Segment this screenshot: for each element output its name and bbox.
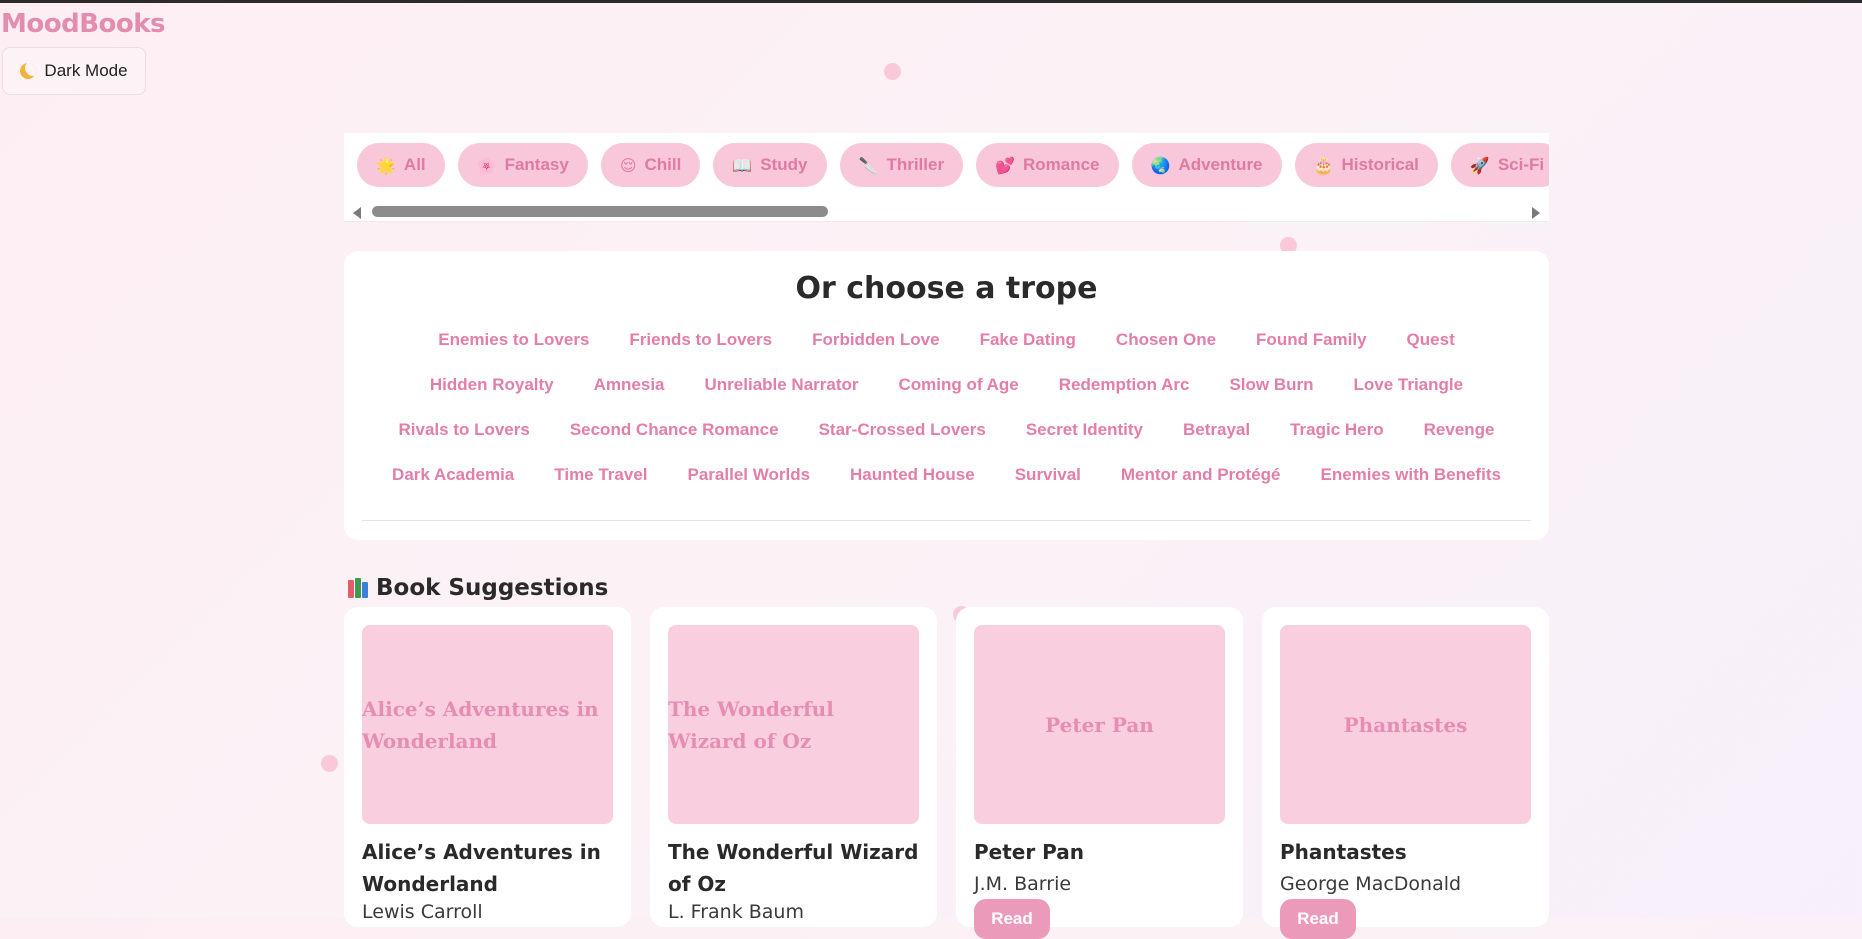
trope-link[interactable]: Star-Crossed Lovers [819, 420, 986, 440]
mood-chip-label: Sci-Fi [1497, 155, 1545, 174]
mood-chip-fantasy[interactable]: 🌸 Fantasy [457, 143, 588, 187]
dark-mode-button[interactable]: Dark Mode [2, 47, 146, 95]
suggestions-heading: Book Suggestions [348, 575, 608, 601]
trope-link[interactable]: Found Family [1256, 330, 1367, 350]
trope-row: Dark Academia Time Travel Parallel World… [344, 452, 1549, 497]
divider [362, 520, 1531, 521]
trope-link[interactable]: Parallel Worlds [688, 465, 811, 485]
scrollbar-thumb[interactable] [372, 206, 828, 217]
trope-row: Rivals to Lovers Second Chance Romance S… [344, 407, 1549, 452]
trope-link[interactable]: Love Triangle [1354, 375, 1464, 395]
trope-link[interactable]: Chosen One [1116, 330, 1216, 350]
hearts-icon: 💕 [995, 155, 1015, 175]
trope-link[interactable]: Fake Dating [980, 330, 1076, 350]
mood-chip-label: Study [760, 155, 808, 174]
mood-chip-label: Fantasy [504, 155, 569, 174]
book-cover[interactable]: Peter Pan [974, 625, 1225, 824]
mood-chip-label: Historical [1341, 155, 1419, 174]
trope-link[interactable]: Forbidden Love [812, 330, 940, 350]
trope-link[interactable]: Second Chance Romance [570, 420, 779, 440]
trope-link[interactable]: Slow Burn [1229, 375, 1313, 395]
mood-chip-sci-fi[interactable]: 🚀 Sci-Fi [1450, 143, 1549, 187]
mood-chip-adventure[interactable]: 🌏 Adventure [1131, 143, 1282, 187]
mood-chip-chill[interactable]: 😌 Chill [600, 143, 701, 187]
trope-link[interactable]: Haunted House [850, 465, 975, 485]
trope-link[interactable]: Mentor and Protégé [1121, 465, 1281, 485]
scroll-right-arrow-icon[interactable] [1532, 207, 1540, 219]
book-author: Lewis Carroll [362, 901, 483, 923]
dark-mode-label: Dark Mode [44, 61, 128, 80]
mood-chip-label: All [403, 155, 426, 174]
trope-link[interactable]: Amnesia [594, 375, 665, 395]
book-author: George MacDonald [1280, 873, 1462, 895]
moon-icon [20, 63, 37, 79]
suggestions-heading-text: Book Suggestions [376, 575, 609, 601]
scroll-left-arrow-icon[interactable] [353, 207, 361, 219]
book-title[interactable]: Alice’s Adventures in Wonderland [362, 836, 617, 900]
mood-chip-all[interactable]: 🌟 All [357, 143, 445, 187]
book-cover[interactable]: The Wonderful Wizard of Oz [668, 625, 919, 824]
book-card[interactable]: Phantastes Phantastes George MacDonald R… [1262, 607, 1549, 939]
trope-link[interactable]: Redemption Arc [1059, 375, 1190, 395]
cake-icon: 🎂 [1313, 155, 1334, 175]
trope-link[interactable]: Rivals to Lovers [398, 420, 529, 440]
mood-chip-thriller[interactable]: 🔪 Thriller [839, 143, 964, 187]
trope-link[interactable]: Time Travel [554, 465, 647, 485]
decorative-dot [884, 63, 901, 80]
book-author: L. Frank Baum [668, 901, 804, 923]
mood-chip-historical[interactable]: 🎂 Historical [1294, 143, 1438, 187]
mood-chip-romance[interactable]: 💕 Romance [976, 143, 1119, 187]
book-title[interactable]: Peter Pan [974, 836, 1229, 868]
brand-logo[interactable]: MoodBooks [1, 9, 166, 39]
trope-row: Hidden Royalty Amnesia Unreliable Narrat… [344, 362, 1549, 407]
trope-link[interactable]: Enemies with Benefits [1321, 465, 1501, 485]
trope-link[interactable]: Survival [1015, 465, 1081, 485]
book-title[interactable]: The Wonderful Wizard of Oz [668, 836, 923, 900]
trope-link[interactable]: Secret Identity [1026, 420, 1143, 440]
trope-link[interactable]: Quest [1407, 330, 1455, 350]
read-button[interactable]: Read [1280, 899, 1356, 939]
rocket-icon: 🚀 [1469, 155, 1490, 175]
book-card[interactable]: The Wonderful Wizard of Oz The Wonderful… [650, 607, 937, 927]
mood-chip-label: Chill [644, 155, 682, 174]
flower-icon: 🌸 [476, 155, 497, 175]
mood-chip-study[interactable]: 📖 Study [713, 143, 827, 187]
book-card[interactable]: Alice’s Adventures in Wonderland Alice’s… [344, 607, 631, 927]
trope-link[interactable]: Friends to Lovers [629, 330, 772, 350]
book-card[interactable]: Peter Pan Peter Pan J.M. Barrie Read [956, 607, 1243, 939]
trope-link[interactable]: Dark Academia [392, 465, 514, 485]
book-title[interactable]: Phantastes [1280, 836, 1535, 868]
trope-panel: Or choose a trope Enemies to Lovers Frie… [344, 251, 1549, 540]
open-book-icon: 📖 [732, 155, 753, 175]
trope-link[interactable]: Hidden Royalty [430, 375, 554, 395]
decorative-dot [321, 755, 338, 772]
read-button[interactable]: Read [974, 899, 1050, 939]
globe-icon: 🌏 [1150, 155, 1171, 175]
trope-link[interactable]: Enemies to Lovers [438, 330, 589, 350]
mood-chip-label: Thriller [886, 155, 945, 174]
trope-link[interactable]: Coming of Age [899, 375, 1019, 395]
book-cover[interactable]: Phantastes [1280, 625, 1531, 824]
horizontal-scrollbar[interactable] [344, 203, 1549, 219]
mood-filter-bar: 🌟 All 🌸 Fantasy 😌 Chill 📖 Study 🔪 Thriller 💕 R… [344, 133, 1549, 222]
trope-link[interactable]: Tragic Hero [1290, 420, 1384, 440]
trope-heading: Or choose a trope [795, 271, 1098, 306]
mood-chip-label: Romance [1022, 155, 1100, 174]
mood-chip-label: Adventure [1178, 155, 1263, 174]
book-cover[interactable]: Alice’s Adventures in Wonderland [362, 625, 613, 824]
relieved-face-icon: 😌 [619, 155, 637, 175]
books-icon [348, 578, 368, 598]
sun-icon: 🌟 [376, 155, 396, 175]
trope-link[interactable]: Unreliable Narrator [705, 375, 859, 395]
trope-row: Enemies to Lovers Friends to Lovers Forb… [344, 317, 1549, 362]
book-author: J.M. Barrie [974, 873, 1072, 895]
trope-link[interactable]: Betrayal [1183, 420, 1250, 440]
trope-link[interactable]: Revenge [1424, 420, 1495, 440]
knife-icon: 🔪 [858, 155, 879, 175]
